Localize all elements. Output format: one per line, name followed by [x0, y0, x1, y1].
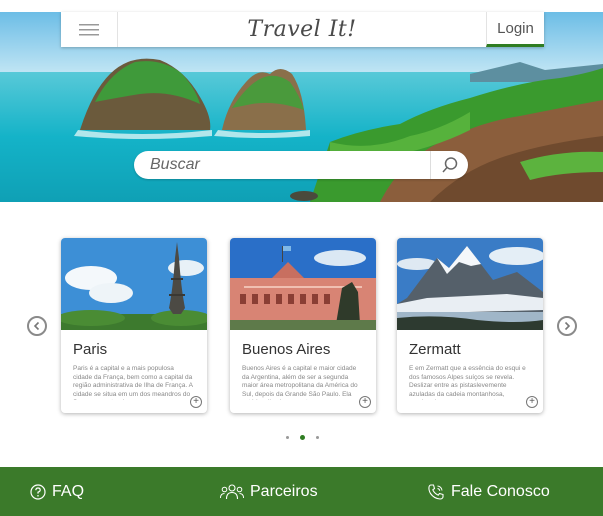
search-input[interactable]: [134, 151, 430, 179]
partners-link[interactable]: Parceiros: [220, 483, 318, 501]
destination-card-paris[interactable]: Paris Paris é a capital e a mais populos…: [61, 238, 207, 413]
faq-link[interactable]: FAQ: [30, 483, 84, 501]
pagination-dot-2-active[interactable]: [300, 435, 305, 440]
search-icon: [441, 157, 457, 173]
phone-icon: [428, 484, 444, 500]
card-description: Paris é a capital e a mais populosa cida…: [73, 365, 193, 400]
partners-label: Parceiros: [250, 483, 318, 500]
footer-bar: FAQ Parceiros Fale Conosco: [0, 467, 603, 516]
top-navigation-bar: Travel It! Login: [61, 12, 544, 47]
card-description: Buenos Aires é a capital e maior cidade …: [242, 365, 358, 400]
pagination-dot-1[interactable]: [286, 436, 289, 439]
expand-plus-button[interactable]: +: [190, 396, 202, 408]
card-title: Paris: [73, 341, 108, 358]
search-button[interactable]: [430, 151, 468, 179]
carousel-pagination: [283, 435, 323, 441]
people-group-icon: [220, 484, 244, 500]
plus-icon: +: [529, 396, 535, 407]
paris-photo: [61, 238, 207, 330]
destination-card-zermatt[interactable]: Zermatt E em Zermatt que a essência do e…: [397, 238, 543, 413]
contact-label: Fale Conosco: [451, 483, 550, 500]
plus-icon: +: [362, 396, 368, 407]
login-button[interactable]: Login: [486, 12, 544, 47]
card-title: Buenos Aires: [242, 341, 331, 358]
hamburger-menu-button[interactable]: [61, 12, 118, 47]
chevron-left-icon: [33, 321, 40, 331]
pagination-dot-3[interactable]: [316, 436, 319, 439]
plus-icon: +: [193, 396, 199, 407]
card-description: E em Zermatt que a essência do esqui e d…: [409, 365, 526, 400]
faq-label: FAQ: [52, 483, 85, 500]
zermatt-photo: [397, 238, 543, 330]
contact-link[interactable]: Fale Conosco: [427, 483, 550, 501]
expand-plus-button[interactable]: +: [526, 396, 538, 408]
expand-plus-button[interactable]: +: [359, 396, 371, 408]
search-bar: [134, 151, 468, 179]
carousel-next-button[interactable]: [557, 316, 577, 336]
hamburger-icon: [79, 23, 99, 35]
question-circle-icon: [30, 484, 46, 500]
destination-card-buenos-aires[interactable]: Buenos Aires Buenos Aires é a capital e …: [230, 238, 376, 413]
chevron-right-icon: [564, 321, 571, 331]
buenos-aires-photo: [230, 238, 376, 330]
carousel-prev-button[interactable]: [27, 316, 47, 336]
brand-logo[interactable]: Travel It!: [118, 17, 486, 42]
card-title: Zermatt: [409, 341, 461, 358]
